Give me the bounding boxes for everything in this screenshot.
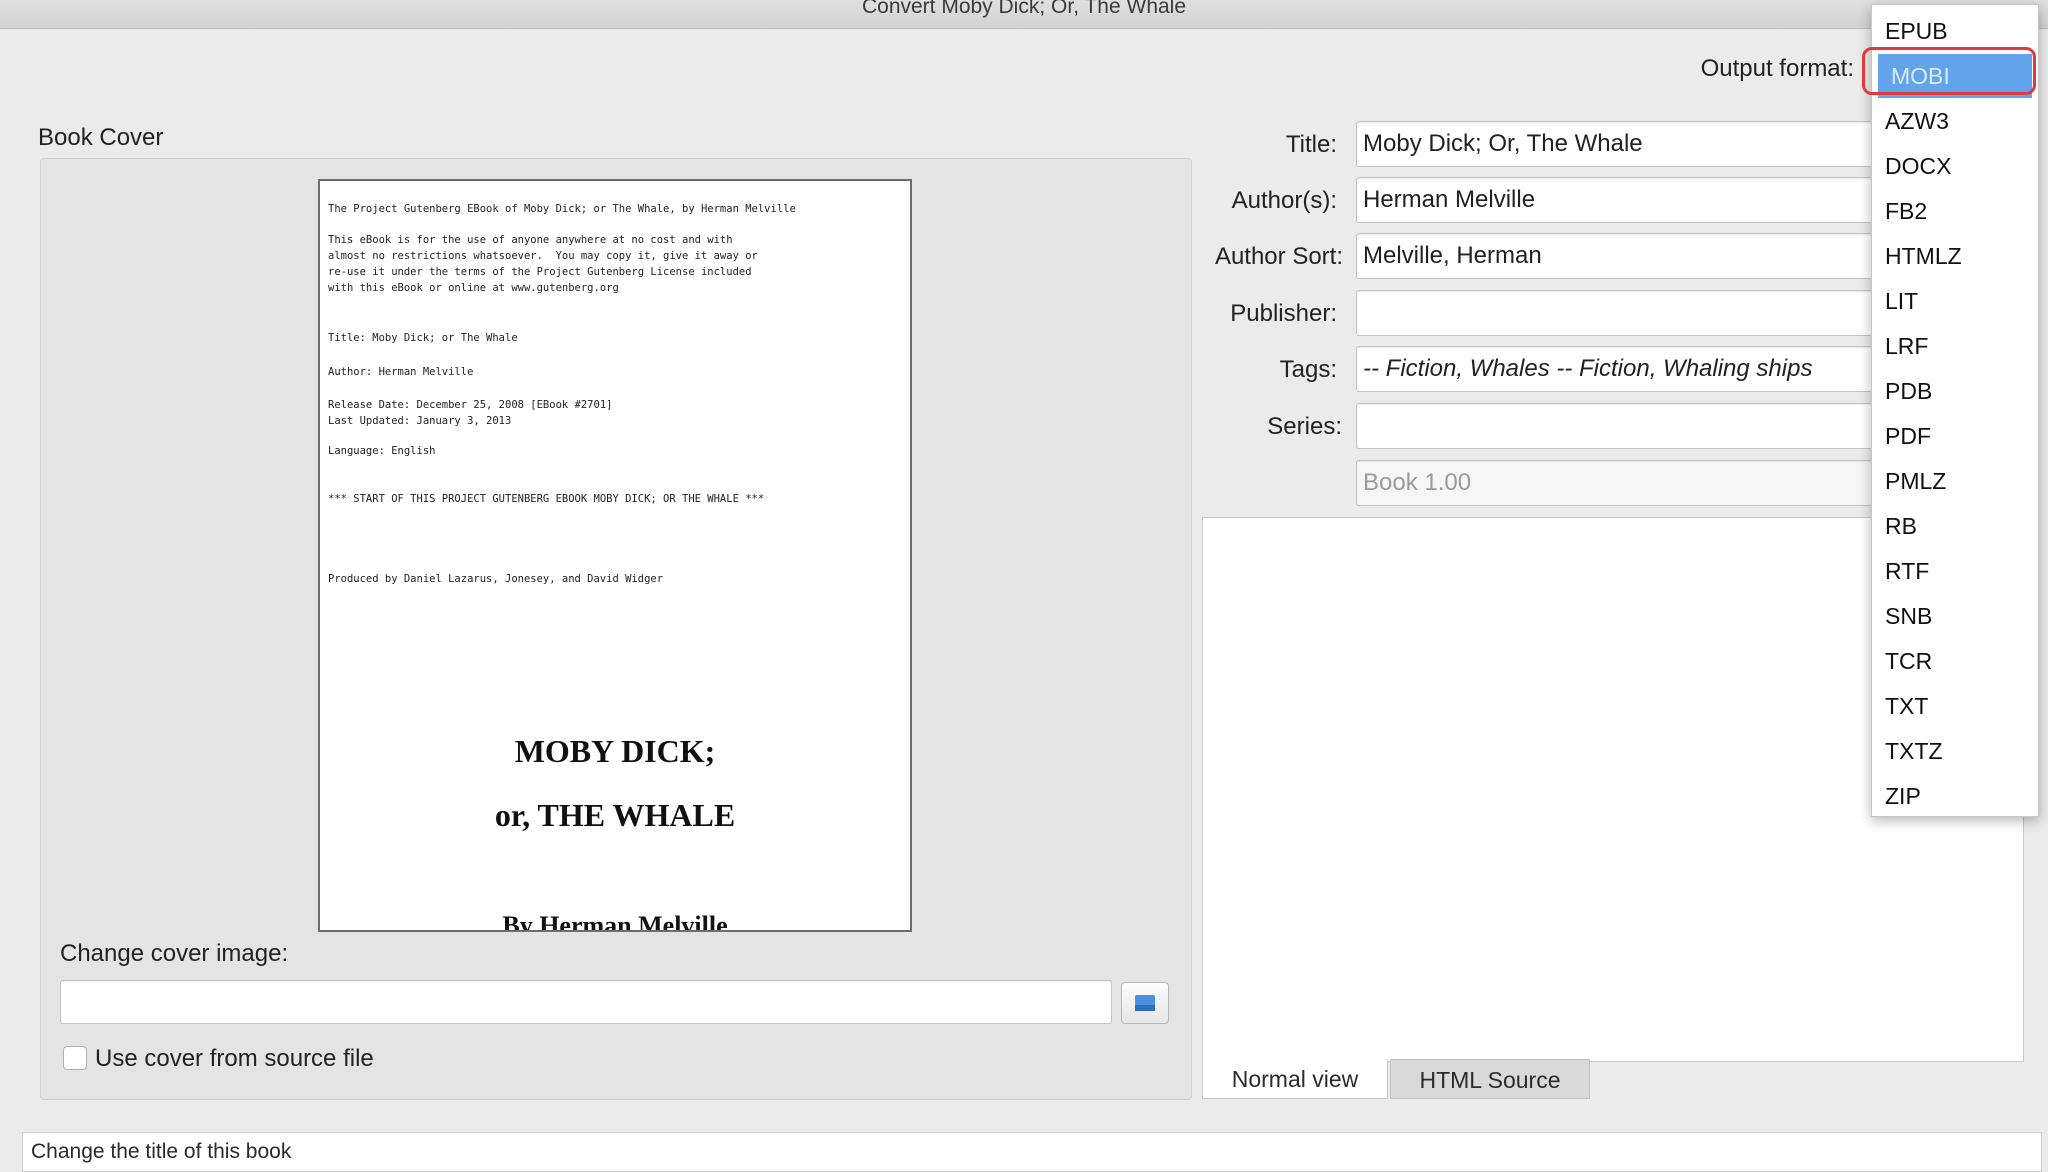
cover-text-paragraph: This eBook is for the use of anyone anyw… bbox=[328, 234, 758, 294]
use-source-cover-checkbox[interactable] bbox=[63, 1046, 87, 1070]
authors-label: Author(s): bbox=[1231, 187, 1337, 214]
format-option-azw3[interactable]: AZW3 bbox=[1872, 99, 2038, 143]
publisher-label: Publisher: bbox=[1230, 300, 1337, 327]
format-option-pdf[interactable]: PDF bbox=[1872, 414, 2038, 458]
cover-path-input[interactable] bbox=[60, 980, 1112, 1024]
format-option-lit[interactable]: LIT bbox=[1872, 279, 2038, 323]
authors-input[interactable]: Herman Melville bbox=[1356, 177, 1876, 223]
status-bar: Change the title of this book bbox=[22, 1132, 2042, 1172]
tab-html-source[interactable]: HTML Source bbox=[1390, 1059, 1590, 1099]
format-option-rb[interactable]: RB bbox=[1872, 504, 2038, 548]
publisher-input[interactable] bbox=[1356, 290, 1876, 336]
format-option-tcr[interactable]: TCR bbox=[1872, 639, 2038, 683]
change-cover-label: Change cover image: bbox=[60, 940, 289, 967]
format-option-snb[interactable]: SNB bbox=[1872, 594, 2038, 638]
window-title: Convert Moby Dick; Or, The Whale bbox=[861, 0, 1187, 18]
cover-text-produced: Produced by Daniel Lazarus, Jonesey, and… bbox=[328, 573, 664, 585]
window-titlebar: Convert Moby Dick; Or, The Whale bbox=[0, 0, 2048, 29]
format-option-lrf[interactable]: LRF bbox=[1872, 324, 2038, 368]
format-option-pmlz[interactable]: PMLZ bbox=[1872, 459, 2038, 503]
format-option-htmlz[interactable]: HTMLZ bbox=[1872, 234, 2038, 278]
format-option-zip[interactable]: ZIP bbox=[1872, 774, 2038, 818]
book-cover-heading: Book Cover bbox=[38, 124, 164, 151]
cover-text-start: *** START OF THIS PROJECT GUTENBERG EBOO… bbox=[328, 493, 765, 505]
output-format-label: Output format: bbox=[1700, 55, 1854, 82]
cover-text-line: The Project Gutenberg EBook of Moby Dick… bbox=[328, 203, 796, 215]
format-option-rtf[interactable]: RTF bbox=[1872, 549, 2038, 593]
cover-big-title-2: or, THE WHALE bbox=[494, 797, 736, 833]
title-label: Title: bbox=[1285, 131, 1337, 158]
browse-cover-button[interactable] bbox=[1121, 982, 1169, 1024]
selection-highlight-ring bbox=[1862, 47, 2036, 95]
cover-text-language: Language: English bbox=[328, 445, 436, 457]
format-option-docx[interactable]: DOCX bbox=[1872, 144, 2038, 188]
tags-input[interactable]: -- Fiction, Whales -- Fiction, Whaling s… bbox=[1356, 346, 1876, 392]
format-option-txtz[interactable]: TXTZ bbox=[1872, 729, 2038, 773]
format-option-pdb[interactable]: PDB bbox=[1872, 369, 2038, 413]
tab-normal-view[interactable]: Normal view bbox=[1202, 1059, 1388, 1099]
author-sort-label: Author Sort: bbox=[1214, 243, 1343, 270]
tags-label: Tags: bbox=[1279, 356, 1337, 383]
cover-big-title-1: MOBY DICK; bbox=[514, 733, 716, 769]
author-sort-input[interactable]: Melville, Herman bbox=[1356, 233, 1876, 279]
cover-text-author: Author: Herman Melville bbox=[328, 366, 474, 378]
series-input[interactable] bbox=[1356, 403, 1876, 449]
cover-big-byline: By Herman Melville bbox=[502, 911, 728, 932]
use-source-cover-label: Use cover from source file bbox=[95, 1045, 374, 1072]
series-label: Series: bbox=[1267, 413, 1342, 440]
cover-preview-image: The Project Gutenberg EBook of Moby Dick… bbox=[318, 179, 912, 932]
folder-icon bbox=[1135, 995, 1155, 1011]
series-index-spinbox[interactable]: Book 1.00 bbox=[1356, 460, 1876, 506]
title-input[interactable]: Moby Dick; Or, The Whale bbox=[1356, 121, 1876, 167]
format-option-txt[interactable]: TXT bbox=[1872, 684, 2038, 728]
format-option-fb2[interactable]: FB2 bbox=[1872, 189, 2038, 233]
cover-text-title: Title: Moby Dick; or The Whale bbox=[328, 332, 518, 344]
cover-text-release: Release Date: December 25, 2008 [EBook #… bbox=[328, 399, 613, 427]
output-format-dropdown[interactable]: EPUB MOBI AZW3 DOCX FB2 HTMLZ LIT LRF PD… bbox=[1871, 4, 2039, 817]
